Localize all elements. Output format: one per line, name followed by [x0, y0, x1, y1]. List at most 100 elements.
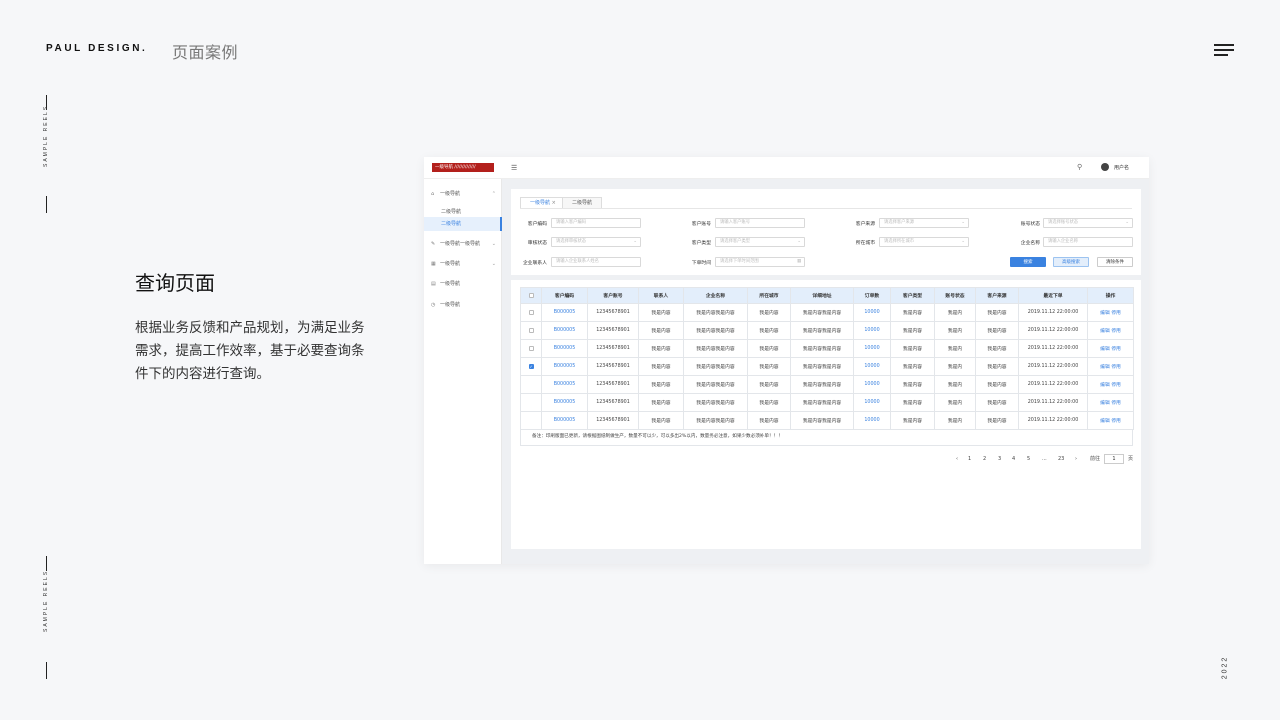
- cell-city: 我是内容: [747, 411, 791, 430]
- cell-code[interactable]: B000005: [541, 303, 588, 322]
- chevron-down-icon[interactable]: ⌄: [492, 237, 496, 251]
- pagination-goto-input[interactable]: 1: [1104, 454, 1124, 464]
- filter-input-6[interactable]: 请选择客户类型 ⌄: [715, 237, 805, 247]
- row-select-cell[interactable]: [520, 393, 542, 412]
- cell-status: 我是内: [934, 375, 976, 394]
- row-checkbox[interactable]: [528, 327, 534, 333]
- row-select-cell[interactable]: [520, 321, 542, 340]
- table-row[interactable]: B000005 12345678901 我是内容 我是内容我是内容 我是内容 我是内容我是…: [520, 321, 1134, 340]
- table-row[interactable]: B000005 12345678901 我是内容 我是内容我是内容 我是内容 我是内容我是…: [520, 339, 1134, 358]
- page-title: 查询页面: [135, 271, 215, 295]
- table-row[interactable]: B000005 12345678901 我是内容 我是内容我是内容 我是内容 我是内容我是…: [520, 411, 1134, 430]
- menu-icon[interactable]: [1214, 42, 1234, 58]
- select-all-checkbox[interactable]: [528, 292, 534, 298]
- filter-label: 客户来源: [855, 222, 875, 227]
- collapse-menu-icon[interactable]: ☰: [511, 164, 517, 172]
- row-checkbox[interactable]: ✓: [528, 363, 534, 369]
- section-divider: [511, 275, 1141, 280]
- row-checkbox[interactable]: [528, 309, 534, 315]
- filter-input-3[interactable]: 请选择客户来源 ⌄: [879, 218, 969, 228]
- chevron-up-icon[interactable]: ⌃: [492, 187, 496, 201]
- filter-label: 企业联系人: [523, 261, 547, 266]
- row-actions[interactable]: 编辑 停用: [1087, 339, 1134, 358]
- filter-input-8[interactable]: 请输入企业名称: [1043, 237, 1133, 247]
- pagination-page[interactable]: 5: [1027, 454, 1030, 464]
- cell-code[interactable]: B000005: [541, 339, 588, 358]
- table-row[interactable]: B000005 12345678901 我是内容 我是内容我是内容 我是内容 我是内容我是…: [520, 393, 1134, 412]
- filter-label: 客户编码: [527, 222, 547, 227]
- cell-orders[interactable]: 10000: [853, 411, 891, 430]
- filter-input-10[interactable]: 请选择下单时间范围 ▦: [715, 257, 805, 267]
- tab-2[interactable]: 二级导航: [562, 197, 603, 208]
- cell-code[interactable]: B000005: [541, 357, 588, 376]
- sidebar-item-3[interactable]: 二级导航: [424, 217, 502, 231]
- chevron-down-icon[interactable]: ⌄: [492, 257, 496, 271]
- filter-input-9[interactable]: 请输入企业联系人姓名: [551, 257, 641, 267]
- sidebar-item-6[interactable]: ▤ 一级导航: [424, 277, 502, 291]
- cell-orders[interactable]: 10000: [853, 357, 891, 376]
- cell-contact: 我是内容: [638, 411, 684, 430]
- pagination-page[interactable]: 3: [998, 454, 1001, 464]
- sidebar-item-5[interactable]: ▦ 一级导航 ⌄: [424, 257, 502, 271]
- sidebar-item-7[interactable]: ◷ 一级导航: [424, 298, 502, 312]
- row-actions[interactable]: 编辑 停用: [1087, 375, 1134, 394]
- table-row[interactable]: B000005 12345678901 我是内容 我是内容我是内容 我是内容 我是内容我是…: [520, 375, 1134, 394]
- cell-orders[interactable]: 10000: [853, 393, 891, 412]
- clock-icon: ◷: [431, 302, 436, 308]
- pagination-page[interactable]: ...: [1042, 454, 1047, 464]
- edit-icon: ✎: [431, 241, 436, 247]
- tab-label: 二级导航: [572, 200, 593, 206]
- row-select-cell[interactable]: [520, 375, 542, 394]
- cell-contact: 我是内容: [638, 375, 684, 394]
- search-icon[interactable]: ⚲: [1077, 163, 1082, 171]
- row-select-cell[interactable]: [520, 411, 542, 430]
- row-actions[interactable]: 编辑 停用: [1087, 303, 1134, 322]
- row-actions[interactable]: 编辑 停用: [1087, 357, 1134, 376]
- tab-1[interactable]: 一级导航 ×: [520, 197, 566, 208]
- filter-input-2[interactable]: 请输入客户账号: [715, 218, 805, 228]
- row-actions[interactable]: 编辑 停用: [1087, 321, 1134, 340]
- row-checkbox[interactable]: [528, 345, 534, 351]
- search-button[interactable]: 搜索: [1010, 257, 1046, 267]
- cell-code[interactable]: B000005: [541, 393, 588, 412]
- cell-code[interactable]: B000005: [541, 321, 588, 340]
- row-select-cell[interactable]: [520, 339, 542, 358]
- pagination-page[interactable]: 1: [968, 454, 971, 464]
- calendar-icon: ▦: [796, 259, 801, 264]
- row-actions[interactable]: 编辑 停用: [1087, 393, 1134, 412]
- close-icon[interactable]: ×: [550, 200, 556, 206]
- pagination-page[interactable]: 2: [983, 454, 986, 464]
- table-row[interactable]: ✓ B000005 12345678901 我是内容 我是内容我是内容 我是内容 我是内容我…: [520, 357, 1134, 376]
- row-select-cell[interactable]: [520, 303, 542, 322]
- cell-orders[interactable]: 10000: [853, 375, 891, 394]
- cell-orders[interactable]: 10000: [853, 321, 891, 340]
- pagination-page[interactable]: 4: [1012, 454, 1015, 464]
- sidebar-item-4[interactable]: ✎ 一级导航一级导航 ⌄: [424, 237, 502, 251]
- pagination-page[interactable]: 23: [1058, 454, 1064, 464]
- cell-account: 12345678901: [587, 339, 639, 358]
- cell-code[interactable]: B000005: [541, 411, 588, 430]
- clear-button[interactable]: 清除条件: [1097, 257, 1133, 267]
- pagination-next[interactable]: ›: [1075, 454, 1077, 464]
- filter-label: 企业名称: [1020, 241, 1040, 246]
- sidebar-item-1[interactable]: ⌂ 一级导航 ⌃: [424, 187, 502, 201]
- filter-input-5[interactable]: 请选择审核状态 ⌄: [551, 237, 641, 247]
- user-name[interactable]: 用户名: [1114, 164, 1129, 171]
- select-all-cell[interactable]: [520, 287, 542, 304]
- filter-input-7[interactable]: 请选择所在城市 ⌄: [879, 237, 969, 247]
- cell-account: 12345678901: [587, 357, 639, 376]
- row-actions[interactable]: 编辑 停用: [1087, 411, 1134, 430]
- filter-input-4[interactable]: 请选择账号状态 ⌄: [1043, 218, 1133, 228]
- sidebar-item-label: 一级导航: [440, 281, 461, 287]
- table-row[interactable]: B000005 12345678901 我是内容 我是内容我是内容 我是内容 我是内容我是…: [520, 303, 1134, 322]
- cell-type: 我是内容: [890, 339, 935, 358]
- avatar[interactable]: [1101, 163, 1109, 171]
- row-select-cell[interactable]: ✓: [520, 357, 542, 376]
- cell-code[interactable]: B000005: [541, 375, 588, 394]
- cell-orders[interactable]: 10000: [853, 303, 891, 322]
- side-line-bottom-1: [46, 556, 47, 571]
- advanced-search-button[interactable]: 高级搜索: [1053, 257, 1089, 267]
- filter-input-1[interactable]: 请输入客户编码: [551, 218, 641, 228]
- cell-orders[interactable]: 10000: [853, 339, 891, 358]
- pagination-prev[interactable]: ‹: [956, 454, 958, 464]
